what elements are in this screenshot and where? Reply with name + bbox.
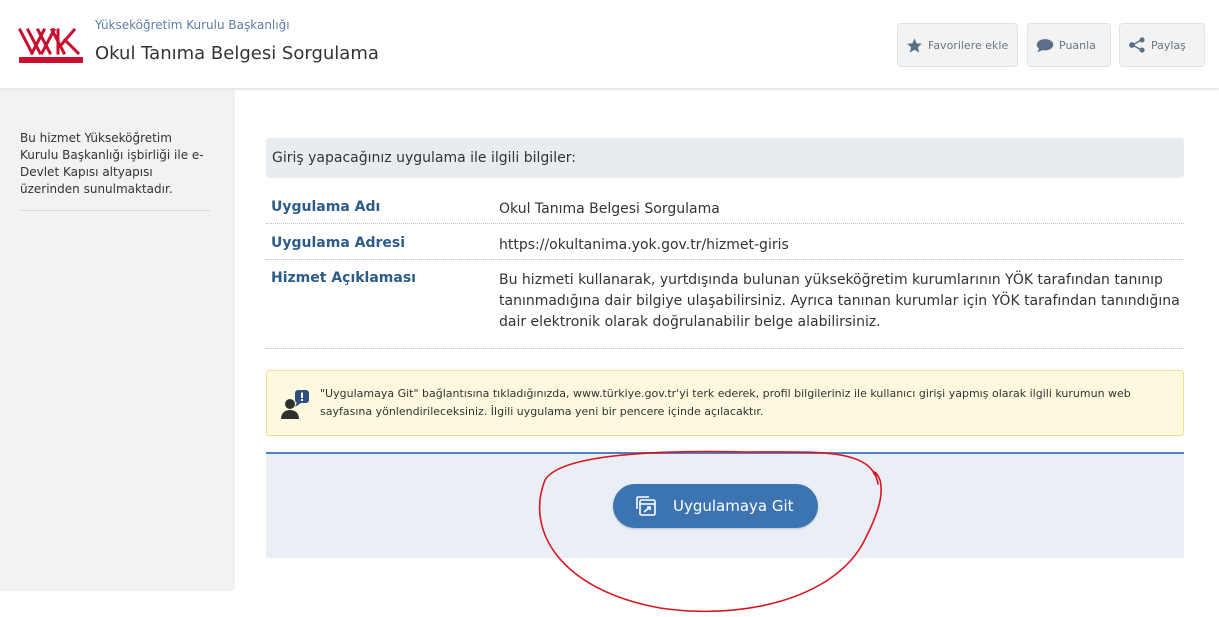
info-row-value: Bu hizmeti kullanarak, yurtdışında bulun… bbox=[499, 272, 1180, 330]
rate-label: Puanla bbox=[1059, 38, 1096, 52]
share-icon bbox=[1129, 37, 1145, 53]
info-row-value[interactable]: https://okultanima.yok.gov.tr/hizmet-gir… bbox=[499, 235, 1184, 256]
info-row-app-name: Uygulama Adı Okul Tanıma Belgesi Sorgula… bbox=[266, 189, 1184, 224]
info-row-app-address: Uygulama Adresi https://okultanima.yok.g… bbox=[266, 223, 1184, 260]
main-content: Giriş yapacağınız uygulama ile ilgili bi… bbox=[235, 90, 1219, 591]
go-to-app-button[interactable]: Uygulamaya Git bbox=[613, 484, 818, 528]
go-to-app-label: Uygulamaya Git bbox=[673, 497, 794, 515]
page-header: Yükseköğretim Kurulu Başkanlığı Okul Tan… bbox=[0, 0, 1219, 88]
redirect-notice: "Uygulamaya Git" bağlantısına tıkladığın… bbox=[266, 370, 1184, 436]
favorite-button[interactable]: Favorilere ekle bbox=[897, 23, 1018, 67]
sidebar: Bu hizmet Yükseköğretim Kurulu Başkanlığ… bbox=[20, 130, 210, 211]
info-row-description: Hizmet Açıklaması Bu hizmeti kullanarak,… bbox=[266, 259, 1184, 349]
star-icon bbox=[907, 37, 922, 53]
action-panel: Uygulamaya Git bbox=[266, 452, 1184, 558]
favorite-label: Favorilere ekle bbox=[928, 38, 1009, 52]
info-row-label: Uygulama Adresi bbox=[271, 235, 406, 251]
rate-button[interactable]: Puanla bbox=[1027, 23, 1111, 67]
notice-text: "Uygulamaya Git" bağlantısına tıkladığın… bbox=[320, 387, 1131, 418]
share-label: Paylaş bbox=[1151, 38, 1186, 52]
institution-name[interactable]: Yükseköğretim Kurulu Başkanlığı bbox=[95, 18, 290, 32]
info-row-label: Uygulama Adı bbox=[271, 199, 381, 215]
page-title: Okul Tanıma Belgesi Sorgulama bbox=[95, 43, 379, 64]
info-row-value: Okul Tanıma Belgesi Sorgulama bbox=[499, 201, 720, 217]
external-window-icon bbox=[636, 496, 656, 516]
info-heading: Giriş yapacağınız uygulama ile ilgili bi… bbox=[266, 138, 1184, 178]
speech-bubble-icon bbox=[1036, 38, 1054, 52]
user-alert-icon bbox=[281, 390, 309, 419]
share-button[interactable]: Paylaş bbox=[1119, 23, 1205, 67]
sidebar-info-text: Bu hizmet Yükseköğretim Kurulu Başkanlığ… bbox=[20, 131, 204, 196]
sidebar-divider bbox=[20, 210, 210, 211]
info-row-label: Hizmet Açıklaması bbox=[271, 270, 416, 286]
yok-logo bbox=[18, 27, 83, 63]
